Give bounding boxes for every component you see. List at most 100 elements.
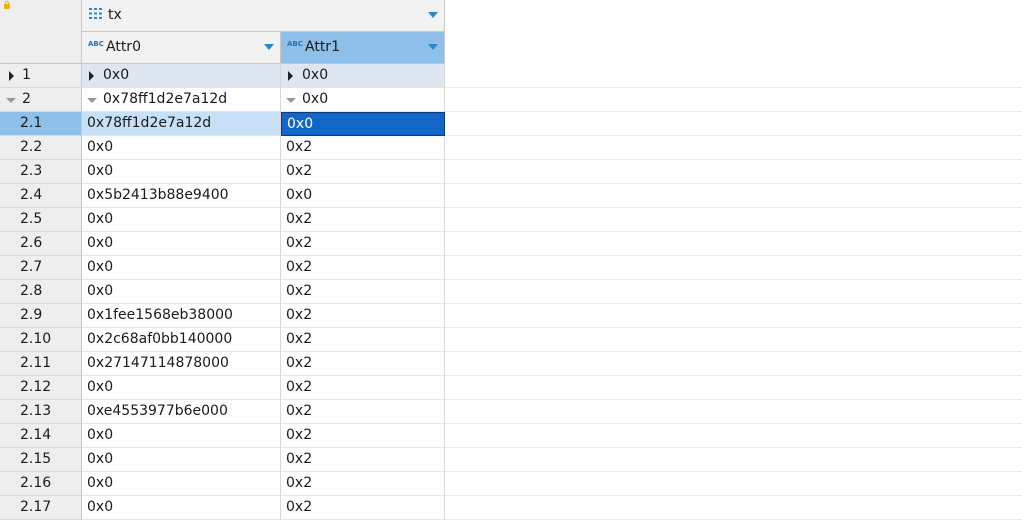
cell-value: 0x2 bbox=[286, 451, 313, 467]
row-header[interactable]: 2.5 bbox=[0, 208, 82, 232]
cell-value: 0xe4553977b6e000 bbox=[87, 403, 228, 419]
row-header[interactable]: 2.17 bbox=[0, 496, 82, 520]
table-cell-attr1[interactable]: 0x2 bbox=[281, 352, 445, 376]
table-cell-attr1[interactable]: 0x2 bbox=[281, 232, 445, 256]
cell-value: 0x0 bbox=[302, 91, 329, 107]
cell-value: 0x0 bbox=[87, 163, 114, 179]
table-cell-attr0[interactable]: 0x0 bbox=[82, 496, 281, 520]
collapse-arrow-icon[interactable] bbox=[87, 98, 97, 103]
empty-row-area bbox=[445, 328, 1022, 352]
row-header[interactable]: 2.10 bbox=[0, 328, 82, 352]
row-header[interactable]: 2.9 bbox=[0, 304, 82, 328]
row-header[interactable]: 2.13 bbox=[0, 400, 82, 424]
table-cell-attr1[interactable]: 0x2 bbox=[281, 328, 445, 352]
cell-value: 0x0 bbox=[87, 139, 114, 155]
table-cell-attr0[interactable]: 0xe4553977b6e000 bbox=[82, 400, 281, 424]
table-cell-attr0[interactable]: 0x1fee1568eb38000 bbox=[82, 304, 281, 328]
collapse-arrow-icon[interactable] bbox=[286, 98, 296, 103]
row-number: 1 bbox=[22, 67, 31, 83]
table-cell-attr0[interactable]: 0x27147114878000 bbox=[82, 352, 281, 376]
cell-value: 0x0 bbox=[87, 259, 114, 275]
row-header[interactable]: 2.14 bbox=[0, 424, 82, 448]
column-header-attr1[interactable]: ABC Attr1 bbox=[281, 32, 445, 64]
row-header[interactable]: 2.2 bbox=[0, 136, 82, 160]
cell-value: 0x0 bbox=[87, 427, 114, 443]
column-header-attr0[interactable]: ABC Attr0 bbox=[82, 32, 281, 64]
empty-row-area bbox=[445, 64, 1022, 88]
empty-row-area bbox=[445, 400, 1022, 424]
expand-arrow-icon[interactable] bbox=[9, 71, 14, 81]
table-cell-attr0[interactable]: 0x2c68af0bb140000 bbox=[82, 328, 281, 352]
table-cell-attr1[interactable]: 0x0 bbox=[281, 184, 445, 208]
cell-value: 0x5b2413b88e9400 bbox=[87, 187, 229, 203]
table-cell-attr1[interactable]: 0x2 bbox=[281, 136, 445, 160]
cell-value: 0x2 bbox=[286, 403, 313, 419]
table-cell-attr1[interactable]: 0x2 bbox=[281, 256, 445, 280]
table-cell-attr0[interactable]: 0x0 bbox=[82, 448, 281, 472]
table-cell-attr0[interactable]: 0x0 bbox=[82, 256, 281, 280]
table-corner[interactable] bbox=[0, 0, 82, 64]
row-number: 2.6 bbox=[20, 235, 43, 251]
lock-icon bbox=[4, 1, 10, 9]
table-cell-attr0[interactable]: 0x78ff1d2e7a12d bbox=[82, 112, 281, 136]
table-cell-attr0[interactable]: 0x0 bbox=[82, 136, 281, 160]
row-header[interactable]: 2.4 bbox=[0, 184, 82, 208]
group-header-tx[interactable]: tx bbox=[82, 0, 445, 32]
table-cell-attr1[interactable]: 0x2 bbox=[281, 376, 445, 400]
cell-value: 0x2c68af0bb140000 bbox=[87, 331, 233, 347]
row-header[interactable]: 2 bbox=[0, 88, 82, 112]
table-cell-attr0[interactable]: 0x0 bbox=[82, 64, 281, 88]
table-cell-attr1[interactable]: 0x0 bbox=[281, 88, 445, 112]
row-number: 2.9 bbox=[20, 307, 43, 323]
row-header[interactable]: 2.15 bbox=[0, 448, 82, 472]
table-cell-attr1[interactable]: 0x2 bbox=[281, 496, 445, 520]
row-header[interactable]: 2.1 bbox=[0, 112, 82, 136]
chevron-down-icon[interactable] bbox=[428, 44, 438, 50]
collapse-arrow-icon[interactable] bbox=[6, 98, 16, 103]
row-header[interactable]: 1 bbox=[0, 64, 82, 88]
cell-value: 0x2 bbox=[286, 499, 313, 515]
table-cell-attr1[interactable]: 0x2 bbox=[281, 448, 445, 472]
table-cell-attr1[interactable]: 0x0 bbox=[281, 112, 445, 136]
table-cell-attr1[interactable]: 0x2 bbox=[281, 304, 445, 328]
table-cell-attr0[interactable]: 0x78ff1d2e7a12d bbox=[82, 88, 281, 112]
row-header[interactable]: 2.16 bbox=[0, 472, 82, 496]
table-cell-attr1[interactable]: 0x2 bbox=[281, 400, 445, 424]
chevron-down-icon[interactable] bbox=[428, 12, 438, 18]
table-cell-attr1[interactable]: 0x2 bbox=[281, 472, 445, 496]
column-header-label: Attr0 bbox=[106, 39, 141, 55]
table-cell-attr0[interactable]: 0x0 bbox=[82, 160, 281, 184]
table-cell-attr1[interactable]: 0x2 bbox=[281, 160, 445, 184]
table-cell-attr0[interactable]: 0x5b2413b88e9400 bbox=[82, 184, 281, 208]
cell-value: 0x0 bbox=[87, 283, 114, 299]
expand-arrow-icon[interactable] bbox=[288, 71, 293, 81]
row-number: 2.15 bbox=[20, 451, 52, 467]
table-cell-attr0[interactable]: 0x0 bbox=[82, 424, 281, 448]
chevron-down-icon[interactable] bbox=[264, 44, 274, 50]
table-cell-attr1[interactable]: 0x2 bbox=[281, 208, 445, 232]
row-number: 2.5 bbox=[20, 211, 43, 227]
row-header[interactable]: 2.7 bbox=[0, 256, 82, 280]
table-cell-attr0[interactable]: 0x0 bbox=[82, 376, 281, 400]
table-cell-attr0[interactable]: 0x0 bbox=[82, 232, 281, 256]
table-cell-attr1[interactable]: 0x2 bbox=[281, 424, 445, 448]
table-cell-attr1[interactable]: 0x2 bbox=[281, 280, 445, 304]
row-header[interactable]: 2.12 bbox=[0, 376, 82, 400]
row-header[interactable]: 2.11 bbox=[0, 352, 82, 376]
table-cell-attr1[interactable]: 0x0 bbox=[281, 64, 445, 88]
empty-row-area bbox=[445, 280, 1022, 304]
row-number: 2.14 bbox=[20, 427, 52, 443]
table-cell-attr0[interactable]: 0x0 bbox=[82, 280, 281, 304]
row-header[interactable]: 2.3 bbox=[0, 160, 82, 184]
empty-row-area bbox=[445, 376, 1022, 400]
cell-value: 0x2 bbox=[286, 307, 313, 323]
row-header[interactable]: 2.8 bbox=[0, 280, 82, 304]
table-cell-attr0[interactable]: 0x0 bbox=[82, 208, 281, 232]
text-type-icon: ABC bbox=[287, 40, 303, 48]
row-header[interactable]: 2.6 bbox=[0, 232, 82, 256]
expand-arrow-icon[interactable] bbox=[89, 71, 94, 81]
table-cell-attr0[interactable]: 0x0 bbox=[82, 472, 281, 496]
cell-value: 0x2 bbox=[286, 259, 313, 275]
empty-row-area bbox=[445, 304, 1022, 328]
empty-row-area bbox=[445, 88, 1022, 112]
